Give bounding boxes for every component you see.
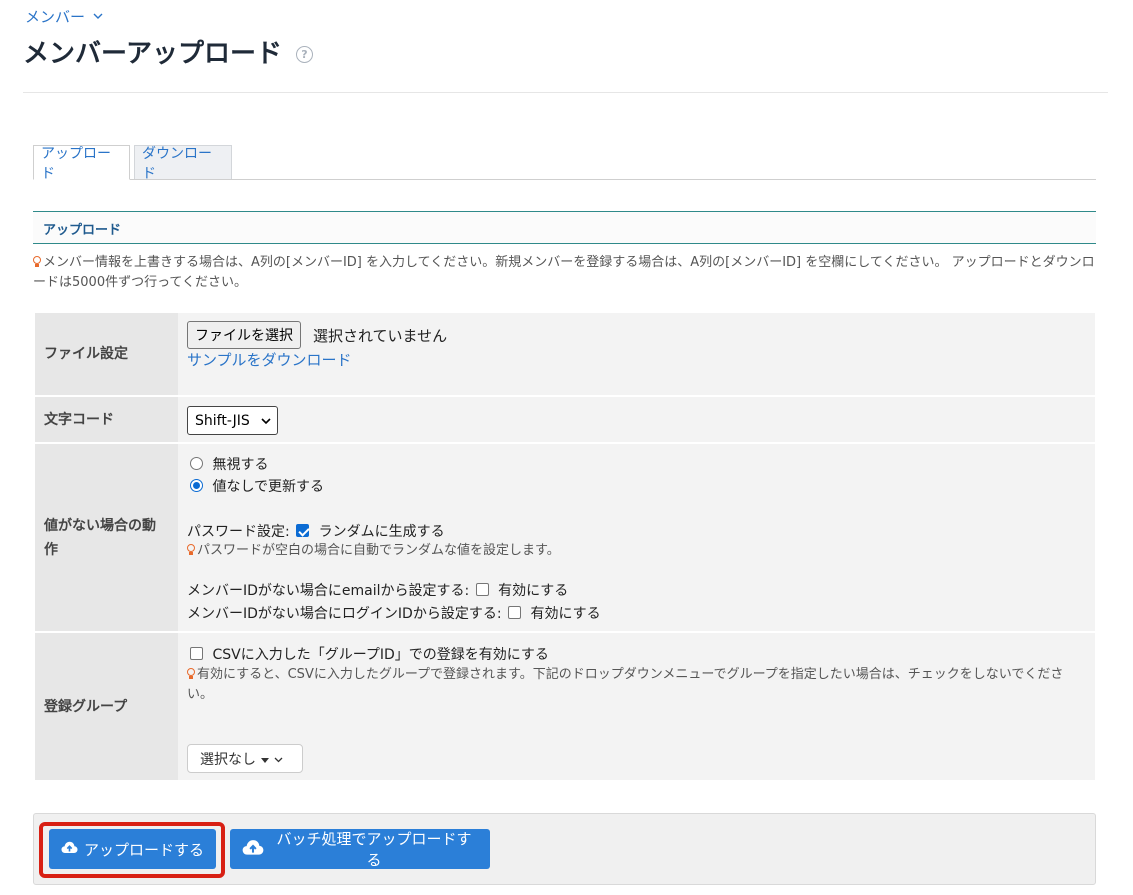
chevron-down-icon <box>274 751 283 767</box>
help-icon[interactable]: ? <box>295 46 313 63</box>
login-setting: メンバーIDがない場合にログインIDから設定する: 有効にする <box>187 603 601 623</box>
radio-ignore-label[interactable]: 無視する <box>212 457 268 473</box>
password-random-checkbox[interactable] <box>296 524 310 537</box>
radio-update-empty-label[interactable]: 値なしで更新する <box>212 479 324 495</box>
email-setting: メンバーIDがない場合にemailから設定する: 有効にする <box>187 580 568 600</box>
email-enable-label[interactable]: 有効にする <box>498 583 568 599</box>
encoding-label: 文字コード <box>35 397 178 442</box>
password-random-label[interactable]: ランダムに生成する <box>319 524 445 540</box>
encoding-selected: Shift-JIS <box>195 412 250 429</box>
email-setting-label: メンバーIDがない場合にemailから設定する: <box>187 583 470 599</box>
lightbulb-icon <box>33 256 41 267</box>
radio-update-empty[interactable]: 値なしで更新する <box>190 476 324 496</box>
breadcrumb-label[interactable]: メンバー <box>25 6 85 27</box>
login-setting-label: メンバーIDがない場合にログインIDから設定する: <box>187 606 502 622</box>
csv-group-checkbox[interactable] <box>190 647 203 660</box>
tab-bar: アップロード ダウンロード <box>33 145 1096 182</box>
caret-down-icon <box>261 751 269 767</box>
radio-update-empty-input[interactable] <box>190 479 203 492</box>
group-dropdown[interactable]: 選択なし <box>187 744 303 773</box>
form-row-encoding: 文字コード Shift-JIS <box>35 397 1095 442</box>
password-setting-label: パスワード設定: <box>187 524 290 540</box>
csv-group-option[interactable]: CSVに入力した「グループID」での登録を有効にする <box>190 644 549 664</box>
batch-upload-button-label: バッチ処理でアップロードする <box>276 830 472 869</box>
breadcrumb[interactable]: メンバー <box>25 6 103 27</box>
csv-group-label[interactable]: CSVに入力した「グループID」での登録を有効にする <box>212 647 548 663</box>
form-row-file: ファイル設定 ファイルを選択 選択されていません サンプルをダウンロード <box>35 313 1095 395</box>
cloud-upload-icon <box>61 840 78 858</box>
login-enable-checkbox[interactable] <box>508 606 521 619</box>
group-dropdown-label: 選択なし <box>200 751 256 768</box>
page-title: メンバーアップロード ? <box>23 33 313 70</box>
group-cell: CSVに入力した「グループID」での登録を有効にする 有効にすると、CSVに入力… <box>178 633 1095 780</box>
divider <box>23 92 1108 93</box>
cloud-upload-icon <box>242 839 264 860</box>
empty-value-label: 値がない場合の動 作 <box>35 444 178 631</box>
file-setting-cell: ファイルを選択 選択されていません サンプルをダウンロード <box>178 313 1095 395</box>
lightbulb-icon <box>187 668 195 679</box>
upload-button[interactable]: アップロードする <box>49 829 216 869</box>
choose-file-button[interactable]: ファイルを選択 <box>187 321 301 349</box>
group-hint: 有効にすると、CSVに入力したグループで登録されます。下記のドロップダウンメニュ… <box>187 665 1087 705</box>
encoding-select[interactable]: Shift-JIS <box>187 406 278 435</box>
lightbulb-icon <box>187 544 195 555</box>
empty-value-label-line2: 作 <box>44 541 58 558</box>
password-hint: パスワードが空白の場合に自動でランダムな値を設定します。 <box>187 541 560 561</box>
form-row-empty-value: 値がない場合の動 作 無視する 値なしで更新する パスワード設定: ランダムに生… <box>35 444 1095 631</box>
chevron-down-icon <box>261 413 271 429</box>
radio-ignore[interactable]: 無視する <box>190 454 268 474</box>
encoding-cell: Shift-JIS <box>178 397 1095 442</box>
section-title: アップロード <box>33 211 1096 244</box>
group-hint-text: 有効にすると、CSVに入力したグループで登録されます。下記のドロップダウンメニュ… <box>187 667 1064 702</box>
file-status: 選択されていません <box>313 327 448 345</box>
password-setting: パスワード設定: ランダムに生成する <box>187 521 445 541</box>
sample-download-link[interactable]: サンプルをダウンロード <box>187 349 352 370</box>
batch-upload-button[interactable]: バッチ処理でアップロードする <box>230 829 490 869</box>
chevron-down-icon[interactable] <box>93 10 103 23</box>
radio-ignore-input[interactable] <box>190 457 203 470</box>
group-label: 登録グループ <box>35 633 178 780</box>
empty-value-label-line1: 値がない場合の動 <box>44 517 156 534</box>
upload-button-label: アップロードする <box>84 840 205 859</box>
email-enable-checkbox[interactable] <box>475 583 489 596</box>
file-setting-label: ファイル設定 <box>35 313 178 395</box>
login-enable-label[interactable]: 有効にする <box>530 606 600 622</box>
tab-download[interactable]: ダウンロード <box>134 145 232 182</box>
password-hint-text: パスワードが空白の場合に自動でランダムな値を設定します。 <box>197 543 560 558</box>
form-row-group: 登録グループ CSVに入力した「グループID」での登録を有効にする 有効にすると… <box>35 633 1095 780</box>
action-bar: アップロードする バッチ処理でアップロードする <box>33 813 1096 885</box>
page-title-text: メンバーアップロード <box>23 39 282 69</box>
empty-value-cell: 無視する 値なしで更新する パスワード設定: ランダムに生成する パスワードが空… <box>178 444 1095 631</box>
info-note: メンバー情報を上書きする場合は、A列の[メンバーID] を入力してください。新規… <box>33 253 1099 293</box>
info-note-text: メンバー情報を上書きする場合は、A列の[メンバーID] を入力してください。新規… <box>33 255 1095 290</box>
tab-upload[interactable]: アップロード <box>33 145 130 182</box>
